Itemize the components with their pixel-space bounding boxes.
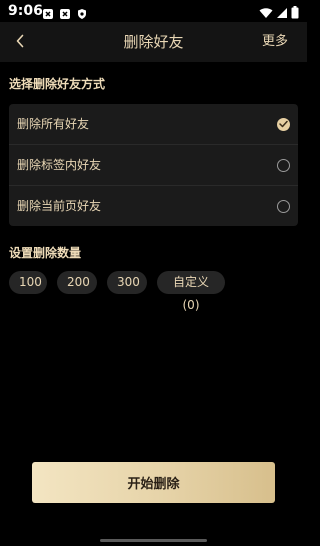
page-title: 删除好友 (123, 33, 184, 51)
option-delete-current-page[interactable]: 删除当前页好友 (9, 186, 298, 226)
count-chip-300[interactable]: 300 (107, 271, 147, 294)
shield-icon (76, 5, 88, 19)
signal-icon (276, 4, 288, 23)
status-system-icons (259, 4, 299, 23)
app-header: 删除好友 更多 (0, 22, 307, 62)
status-time: 9:06 (8, 3, 43, 19)
status-bar: 9:06 (0, 0, 307, 22)
count-chip-custom[interactable]: 自定义(0) (157, 271, 225, 312)
option-label: 删除标签内好友 (17, 158, 102, 172)
check-circle-icon[interactable] (277, 117, 290, 131)
option-delete-by-tag[interactable]: 删除标签内好友 (9, 145, 298, 186)
status-notification-icons (42, 5, 88, 19)
start-delete-button[interactable]: 开始删除 (32, 462, 275, 503)
method-section-title: 选择删除好友方式 (9, 77, 106, 91)
radio-empty-icon[interactable] (277, 158, 290, 172)
radio-empty-icon[interactable] (277, 199, 290, 213)
wifi-icon (259, 4, 273, 23)
option-label: 删除当前页好友 (17, 199, 102, 213)
option-label: 删除所有好友 (17, 117, 90, 131)
option-delete-all[interactable]: 删除所有好友 (9, 104, 298, 145)
count-chip-200[interactable]: 200 (57, 271, 97, 294)
home-indicator (100, 539, 207, 542)
count-chip-100[interactable]: 100 (9, 271, 47, 294)
battery-icon (291, 4, 299, 23)
more-button[interactable]: 更多 (262, 33, 288, 51)
notification-icon (59, 5, 71, 19)
count-chips: 100 200 300 自定义(0) (9, 271, 225, 312)
notification-icon (42, 5, 54, 19)
count-section-title: 设置删除数量 (9, 246, 82, 260)
delete-method-options: 删除所有好友 删除标签内好友 删除当前页好友 (9, 104, 298, 226)
